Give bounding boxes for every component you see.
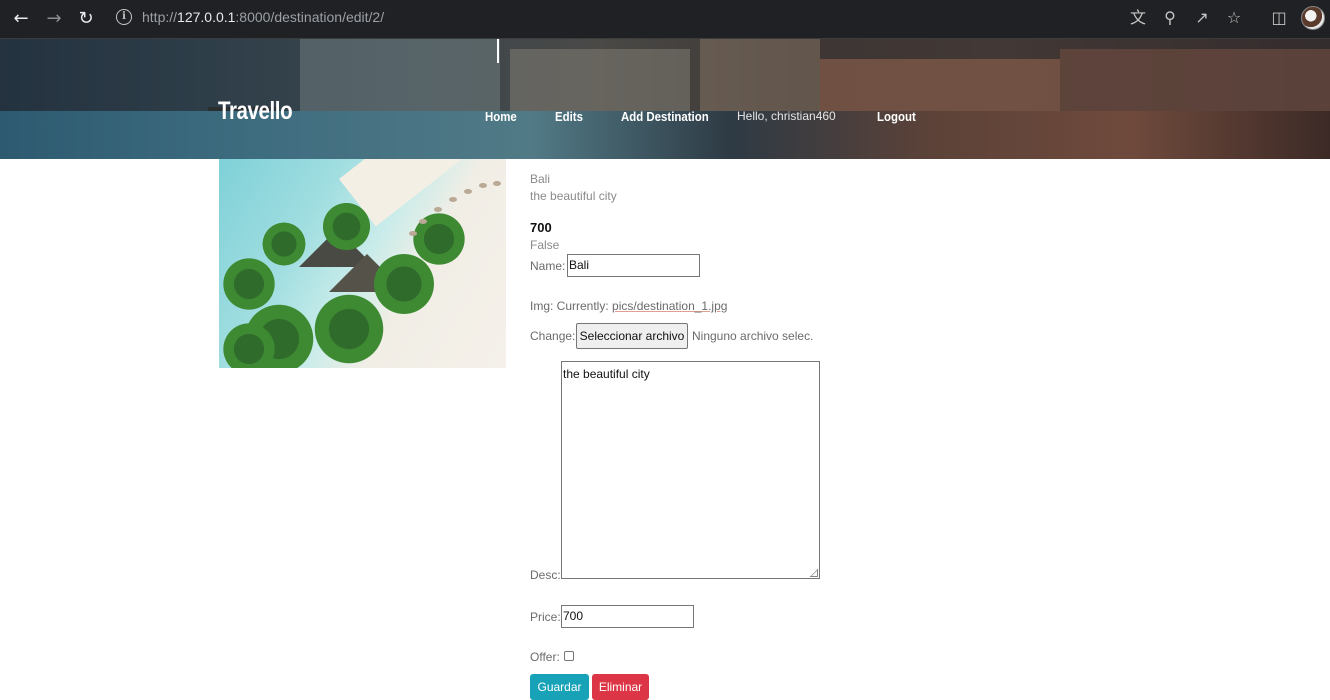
info-icon[interactable]: i [116,9,132,25]
palm-tree [259,219,309,269]
desc-textarea[interactable]: the beautiful city [561,361,820,579]
beach-umbrella [449,197,457,202]
offer-label: Offer: [530,650,560,664]
url-text[interactable]: http://127.0.0.1:8000/destination/edit/2… [142,9,384,25]
file-status: Ninguno archivo selec. [692,329,814,343]
destination-offer: False [530,238,560,252]
beach-umbrella [409,231,417,236]
nav-home[interactable]: Home [485,109,517,124]
delete-button[interactable]: Eliminar [592,674,649,700]
desc-label: Desc: [530,568,561,582]
site-logo[interactable]: Travello [218,97,293,126]
resize-handle-icon[interactable] [810,569,818,577]
change-label: Change: [530,329,576,343]
translate-icon[interactable]: 文 [1127,7,1149,29]
site-header: Travello Home Edits Add Destination Hell… [0,39,1330,159]
offer-checkbox[interactable] [564,651,574,661]
beach-umbrella [419,219,427,224]
file-select-button[interactable]: Seleccionar archivo [576,323,688,349]
price-input[interactable]: 700 [561,605,694,628]
save-button[interactable]: Guardar [530,674,589,700]
nav-add-destination[interactable]: Add Destination [621,109,709,124]
share-icon[interactable]: ↗ [1191,7,1213,29]
beach-umbrella [493,181,501,186]
url-prefix: http:// [142,9,178,25]
name-label: Name: [530,259,566,273]
nav-logout[interactable]: Logout [877,109,916,124]
palm-tree [319,199,374,254]
destination-desc: the beautiful city [530,189,617,203]
desc-textarea-value: the beautiful city [563,367,650,381]
nav-active-indicator [497,39,499,63]
name-input[interactable]: Bali [567,254,700,277]
destination-price: 700 [530,220,552,235]
zoom-icon[interactable]: ⚲ [1159,7,1181,29]
sidepanel-icon[interactable]: ◫ [1268,7,1290,29]
profile-avatar[interactable] [1301,6,1325,30]
back-icon[interactable]: ← [8,6,34,32]
url-host: 127.0.0.1 [177,9,236,25]
img-label: Img: Currently: pics/destination_1.jpg [530,299,727,313]
star-icon[interactable]: ☆ [1223,7,1245,29]
browser-toolbar: ← → ↻ i http://127.0.0.1:8000/destinatio… [0,0,1330,39]
forward-icon[interactable]: → [41,6,67,32]
reload-icon[interactable]: ↻ [73,6,99,32]
user-greeting: Hello, christian460 [737,109,836,123]
destination-image [219,159,506,368]
beach-umbrella [479,183,487,188]
price-label: Price: [530,610,561,624]
destination-name: Bali [530,172,551,186]
beach-umbrella [464,189,472,194]
beach-umbrella [434,207,442,212]
img-current-label: Img: Currently: [530,299,609,313]
url-path: :8000/destination/edit/2/ [235,9,385,25]
palm-tree [409,209,469,269]
img-current-link[interactable]: pics/destination_1.jpg [612,299,727,313]
nav-edits[interactable]: Edits [555,109,583,124]
header-background-image [208,39,1330,111]
